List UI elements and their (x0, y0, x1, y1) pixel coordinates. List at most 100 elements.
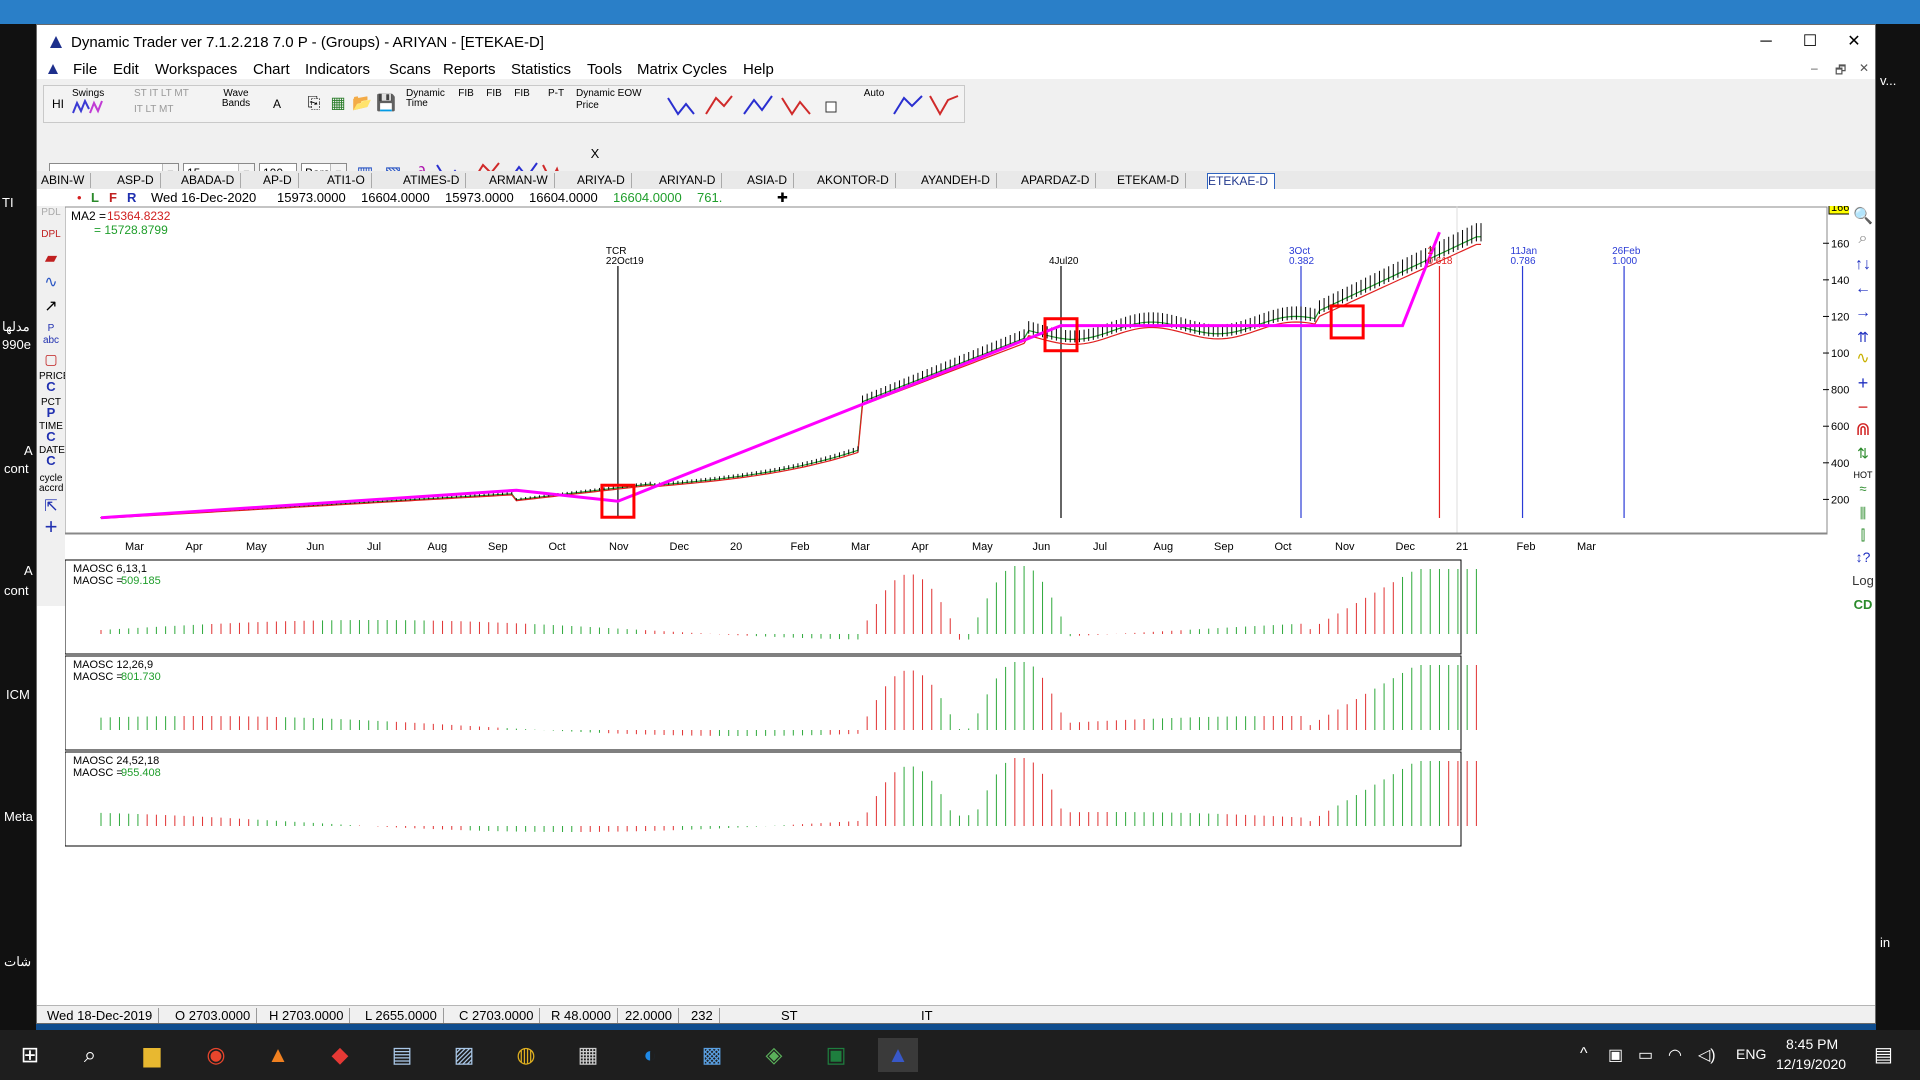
battery-icon[interactable]: ▭ (1638, 1045, 1653, 1065)
tab-abada-d[interactable]: ABADA-D (181, 173, 242, 188)
log-button[interactable]: Log (1852, 574, 1874, 588)
tray-icon-1[interactable]: ▣ (1608, 1045, 1623, 1065)
menu-statistics[interactable]: Statistics (511, 61, 571, 78)
clock-time[interactable]: 8:45 PM (1786, 1036, 1838, 1052)
app-icon-5[interactable]: ◈ (754, 1038, 794, 1072)
menu-edit[interactable]: Edit (113, 61, 139, 78)
menu-help[interactable]: Help (743, 61, 774, 78)
wave-bands-button[interactable]: Wave Bands (216, 89, 256, 119)
plus-icon[interactable]: + (1852, 374, 1874, 392)
info-r[interactable]: R (127, 190, 136, 205)
bar-type-icon[interactable]: ⫼ (1852, 506, 1874, 520)
chrome-icon[interactable]: ◉ (196, 1038, 236, 1072)
squiggle-icon[interactable]: ≈ (1852, 482, 1874, 496)
fib-time-button-3[interactable]: FIB (512, 89, 532, 119)
tab-arman-w[interactable]: ARMAN-W (489, 173, 555, 188)
arrow-up-icon[interactable]: ↑↓ (1852, 257, 1874, 273)
cursor-icon[interactable]: ⇱ (39, 499, 63, 515)
arrow-right-icon[interactable]: → (1852, 305, 1874, 321)
fib-time-button-2[interactable]: FIB (484, 89, 504, 119)
app-icon-4[interactable]: ▩ (692, 1038, 732, 1072)
rectangle-tool-icon[interactable]: ▢ (39, 352, 63, 366)
date-c-tool[interactable]: C (39, 454, 63, 467)
mdi-close-button[interactable]: ✕ (1859, 61, 1869, 75)
notifications-icon[interactable]: ▤ (1874, 1042, 1893, 1067)
fib-pattern-icons[interactable] (892, 92, 962, 118)
hot-label[interactable]: HOT (1852, 468, 1874, 482)
menu-workspaces[interactable]: Workspaces (155, 61, 237, 78)
tray-chevron-icon[interactable]: ^ (1580, 1045, 1588, 1063)
menu-indicators[interactable]: Indicators (305, 61, 370, 78)
tab-asp-d[interactable]: ASP-D (117, 173, 161, 188)
menu-matrix-cycles[interactable]: Matrix Cycles (637, 61, 727, 78)
app-icon-2[interactable]: ▨ (444, 1038, 484, 1072)
tab-atimes-d[interactable]: ATIMES-D (403, 173, 467, 188)
trend-icon[interactable]: ↗ (39, 299, 63, 315)
hi-button[interactable]: HI (48, 89, 68, 119)
dynamic-eow-button[interactable]: Dynamic EOW Price (576, 89, 652, 119)
swings-button[interactable]: Swings (72, 89, 132, 119)
help-icon[interactable]: ↕? (1852, 550, 1874, 564)
tab-akontor-d[interactable]: AKONTOR-D (817, 173, 896, 188)
file-explorer-icon[interactable]: ▆ (132, 1038, 172, 1072)
maximize-button[interactable]: ☐ (1787, 27, 1833, 57)
menu-reports[interactable]: Reports (443, 61, 496, 78)
p-tool[interactable]: P (39, 324, 63, 334)
a-button[interactable]: A (270, 89, 284, 119)
up-down-icon[interactable]: ⇅ (1852, 446, 1874, 460)
tab-ariyan-d[interactable]: ARIYAN-D (659, 173, 723, 188)
tab-ap-d[interactable]: AP-D (263, 173, 299, 188)
candle-icon[interactable]: ⫿ (1852, 528, 1874, 542)
zoom-icon[interactable]: 🔍 (1852, 209, 1874, 225)
tab-apardaz-d[interactable]: APARDAZ-D (1021, 173, 1097, 188)
pdl-tool[interactable]: PDL (39, 208, 63, 218)
swing-pattern-icons[interactable] (666, 92, 866, 118)
save-icon[interactable]: 💾 (372, 90, 400, 118)
menu-file[interactable]: File (73, 61, 97, 78)
tab-ayandeh-d[interactable]: AYANDEH-D (921, 173, 997, 188)
wifi-icon[interactable]: ◠ (1668, 1045, 1682, 1065)
title-bar[interactable]: Dynamic Trader ver 7.1.2.218 7.0 P - (Gr… (37, 25, 1875, 59)
excel-icon[interactable]: ▣ (816, 1038, 856, 1072)
language-indicator[interactable]: ENG (1736, 1046, 1766, 1062)
menu-scans[interactable]: Scans (389, 61, 431, 78)
tab-ariya-d[interactable]: ARIYA-D (577, 173, 632, 188)
minimize-button[interactable]: ─ (1743, 27, 1789, 57)
mdi-minimize-button[interactable]: – (1811, 61, 1818, 75)
volume-icon[interactable]: ◁) (1698, 1045, 1716, 1065)
tab-etekae-d[interactable]: ETEKAE-D (1207, 173, 1276, 190)
accrd-tool[interactable]: accrd (39, 484, 63, 494)
crosshair-icon[interactable]: + (39, 516, 63, 538)
app-icon-1[interactable]: ▤ (382, 1038, 422, 1072)
briefcase-icon[interactable]: ▰ (39, 251, 63, 267)
anydesk-icon[interactable]: ◆ (320, 1038, 360, 1072)
minus-icon[interactable]: − (1852, 398, 1874, 416)
clock-date[interactable]: 12/19/2020 (1776, 1056, 1846, 1072)
close-button[interactable]: ✕ (1831, 27, 1875, 57)
cd-button[interactable]: CD (1852, 598, 1874, 612)
windows-start-icon[interactable]: ⊞ (10, 1038, 50, 1072)
swing-degree-options[interactable]: ST IT LT MT IT LT MT (134, 89, 194, 119)
info-f[interactable]: F (109, 190, 117, 205)
wave-yellow-icon[interactable]: ∿ (1852, 351, 1874, 367)
wave-icon[interactable]: ∿ (39, 275, 63, 291)
calculator-icon[interactable]: ▦ (568, 1038, 608, 1072)
fib-time-button-1[interactable]: FIB (456, 89, 476, 119)
info-l[interactable]: L (91, 190, 99, 205)
magnet-icon[interactable]: ⋒ (1852, 420, 1874, 438)
pt-button[interactable]: P-T (544, 89, 568, 119)
time-c-tool[interactable]: C (39, 430, 63, 443)
tab-asia-d[interactable]: ASIA-D (747, 173, 795, 188)
vlc-icon[interactable]: ▲ (258, 1038, 298, 1072)
app-icon-3[interactable]: ◍ (506, 1038, 546, 1072)
menu-chart[interactable]: Chart (253, 61, 290, 78)
search-icon[interactable]: ⌕ (1852, 231, 1874, 247)
edge-icon[interactable]: ◐ (630, 1038, 670, 1072)
arrow-left-icon[interactable]: ← (1852, 281, 1874, 297)
dpl-tool[interactable]: DPL (39, 230, 63, 240)
pct-p-tool[interactable]: P (39, 406, 63, 419)
tab-ati1-o[interactable]: ATI1-O (327, 173, 372, 188)
menu-tools[interactable]: Tools (587, 61, 622, 78)
tab-abin-w[interactable]: ABIN-W (41, 173, 92, 188)
dynamic-trader-taskbar-icon[interactable]: ▲ (878, 1038, 918, 1072)
